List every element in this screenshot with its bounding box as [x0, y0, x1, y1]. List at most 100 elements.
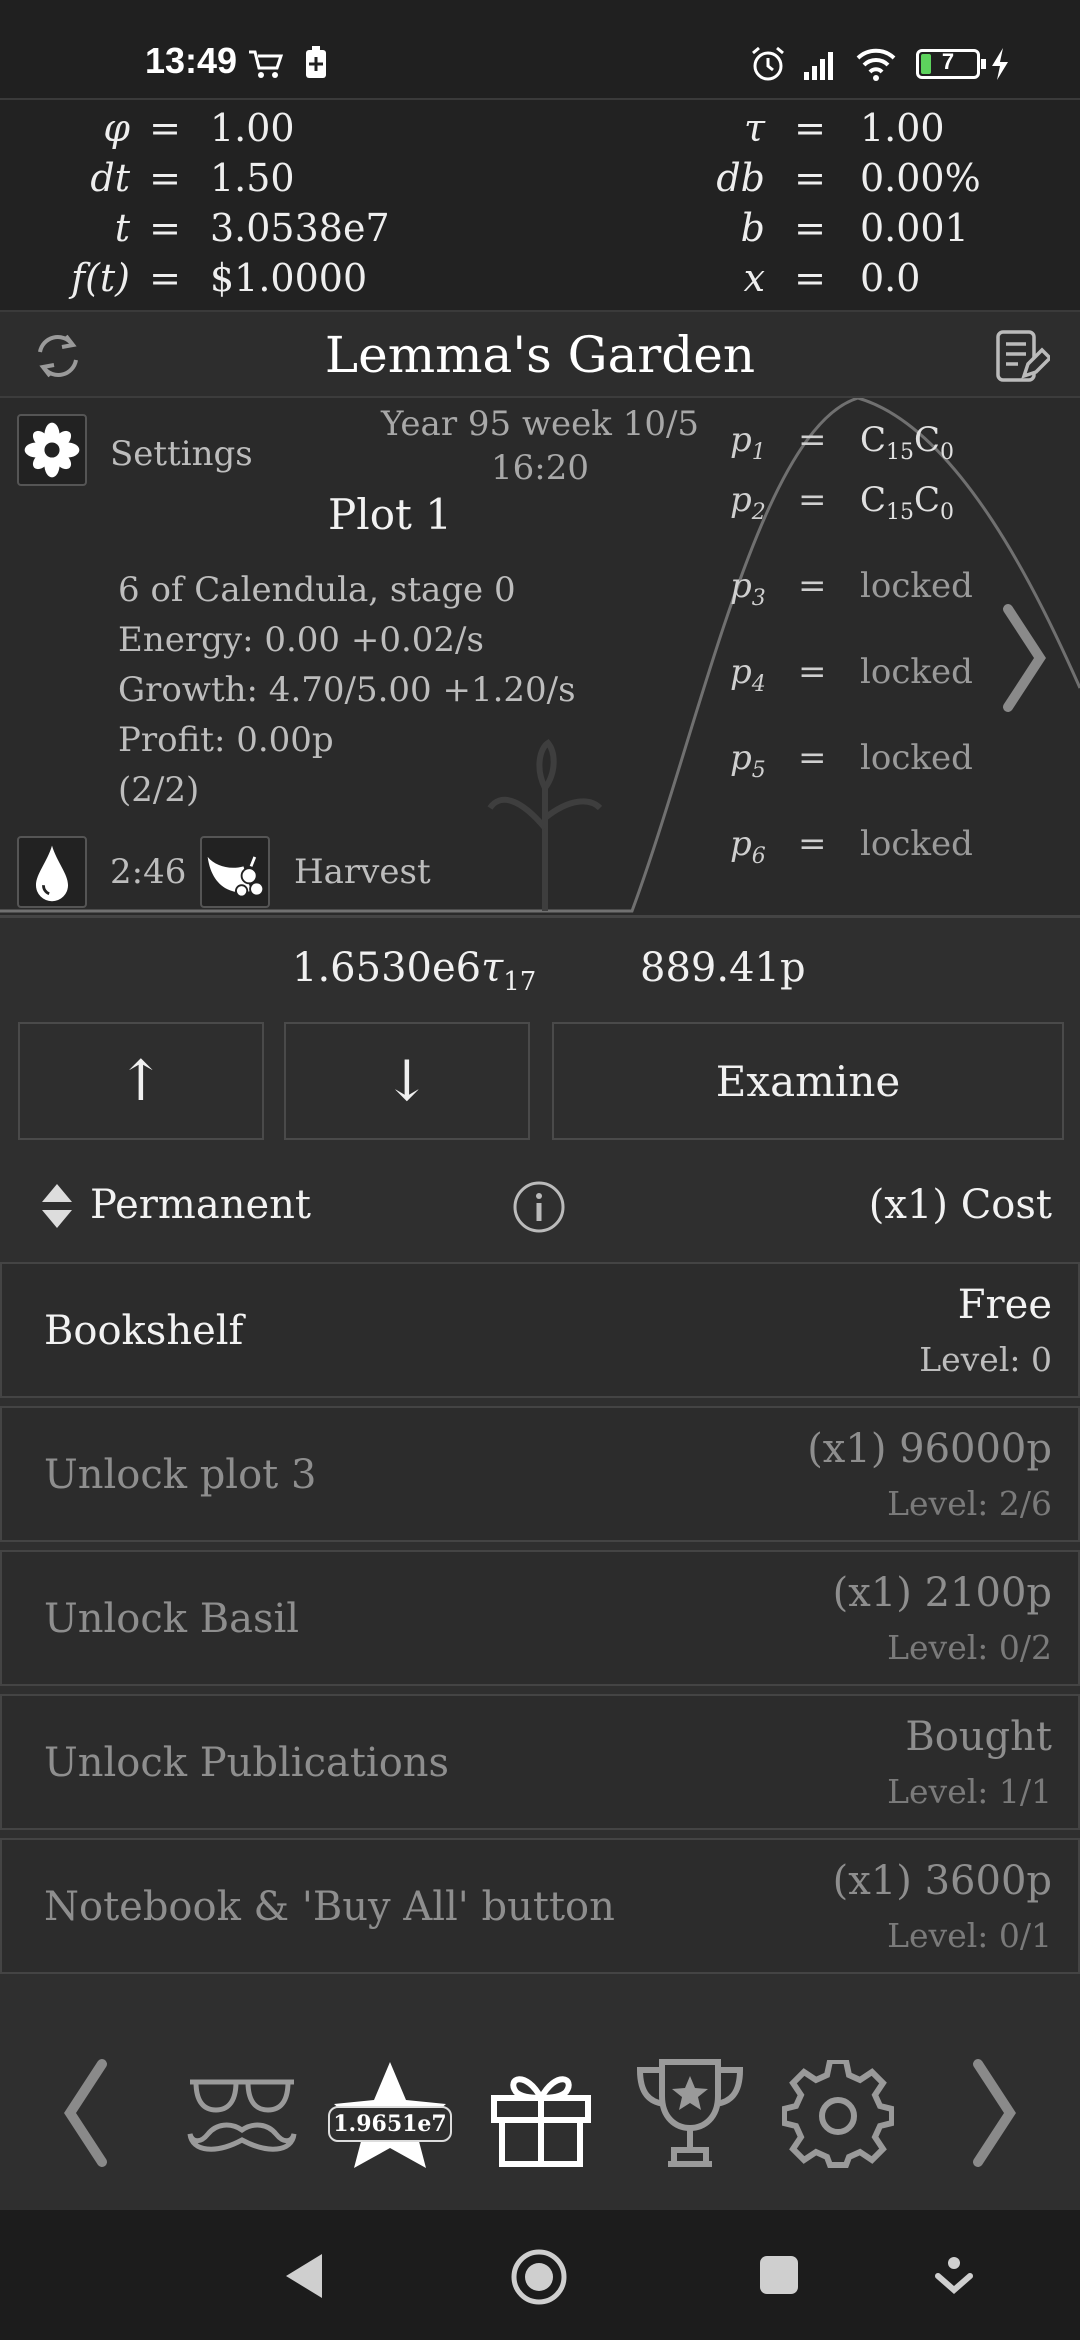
profit-symbol-letter: p: [730, 738, 752, 778]
profit-value: C15C0: [860, 420, 954, 465]
var-value: $1.0000: [210, 256, 368, 300]
tau-subscript: 17: [503, 967, 537, 997]
examine-label: Examine: [715, 1056, 901, 1106]
harvest-button[interactable]: [200, 836, 270, 908]
home-icon[interactable]: [510, 2248, 568, 2306]
plot-detail: 6 of Calendula, stage 0: [118, 570, 516, 610]
notes-icon[interactable]: [990, 326, 1050, 386]
profit-subscript: 1: [751, 439, 766, 465]
profit-value-letter: C: [914, 420, 941, 460]
chevron-left-icon[interactable]: [60, 2058, 110, 2168]
battery-saver-icon: [306, 46, 326, 78]
equals-sign: =: [794, 156, 826, 200]
sort-arrows-icon[interactable]: [40, 1182, 74, 1230]
signal-icon: [804, 52, 833, 80]
upgrade-cost: (x1) 96000p: [807, 1426, 1052, 1472]
upgrade-level: Level: 0: [919, 1340, 1052, 1379]
equals-sign: =: [149, 206, 181, 250]
var-value: 1.00: [210, 106, 295, 150]
status-time: 13:49: [145, 40, 238, 81]
wifi-icon: [856, 48, 896, 81]
settings-label[interactable]: Settings: [110, 434, 253, 474]
upgrade-cost: (x1) 2100p: [832, 1570, 1052, 1616]
gift-icon[interactable]: [486, 2060, 596, 2170]
profit-symbol-letter: p: [730, 824, 752, 864]
profit-value-letter: C: [860, 480, 887, 520]
section-label[interactable]: Permanent: [90, 1182, 311, 1228]
trophy-icon[interactable]: [634, 2056, 746, 2170]
upgrade-cost: Free: [957, 1282, 1052, 1328]
var-row-ft: f(t) = $1.0000: [0, 256, 540, 306]
battery-level: 7: [941, 49, 955, 74]
tau-symbol: τ: [481, 945, 504, 991]
var-value: 3.0538e7: [210, 206, 390, 250]
equals-sign: =: [149, 156, 181, 200]
upgrade-level: Level: 0/2: [887, 1628, 1052, 1667]
page-title: Lemma's Garden: [324, 326, 756, 384]
star-badge-value: 1.9651e7: [333, 2111, 447, 2137]
harvest-label[interactable]: Harvest: [294, 852, 431, 892]
profit-value-letter: C: [914, 480, 941, 520]
profit-symbol: p2: [730, 480, 766, 525]
profit-symbol-letter: p: [730, 566, 752, 606]
game-date: Year 95 week 10/5: [380, 404, 700, 444]
chevron-right-icon[interactable]: [970, 2058, 1020, 2168]
garden-panel: Settings Year 95 week 10/5 16:20 Plot 1 …: [0, 398, 1080, 918]
var-row-tau: τ = 1.00: [540, 106, 1080, 156]
profit-value: locked: [860, 566, 973, 606]
profit-value: C15C0: [860, 480, 954, 525]
cart-icon: [249, 50, 284, 78]
info-icon[interactable]: [512, 1180, 566, 1234]
profit-symbol-letter: p: [730, 480, 752, 520]
upgrade-cost: (x1) 3600p: [832, 1858, 1052, 1904]
equals-sign: =: [798, 480, 827, 520]
var-symbol: b: [740, 206, 765, 250]
move-down-button[interactable]: ↓: [284, 1022, 530, 1140]
star-currency-button[interactable]: 1.9651e7: [328, 2060, 452, 2170]
upgrade-unlock-basil[interactable]: Unlock Basil (x1) 2100p Level: 0/2: [0, 1550, 1080, 1686]
recents-icon[interactable]: [756, 2252, 802, 2298]
upgrade-unlock-plot[interactable]: Unlock plot 3 (x1) 96000p Level: 2/6: [0, 1406, 1080, 1542]
profit-value-sub: 0: [940, 439, 955, 465]
var-symbol: f(t): [71, 256, 130, 300]
upgrade-notebook[interactable]: Notebook & 'Buy All' button (x1) 3600p L…: [0, 1838, 1080, 1974]
system-nav-bar: [0, 2210, 1080, 2340]
upgrade-name: Bookshelf: [44, 1308, 244, 1354]
equals-sign: =: [149, 106, 181, 150]
tau-value: 1.6530e6: [292, 945, 482, 991]
cost-multiplier-label[interactable]: (x1) Cost: [869, 1182, 1052, 1228]
var-value: 1.00: [860, 106, 945, 150]
examine-button[interactable]: Examine: [552, 1022, 1064, 1140]
charging-icon: [992, 48, 1008, 80]
var-symbol: db: [716, 156, 765, 200]
nav-menu-icon[interactable]: [932, 2254, 976, 2298]
upgrade-unlock-publications[interactable]: Unlock Publications Bought Level: 1/1: [0, 1694, 1080, 1830]
back-icon[interactable]: [280, 2250, 328, 2302]
profit-value: locked: [860, 824, 973, 864]
upgrade-bookshelf[interactable]: Bookshelf Free Level: 0: [0, 1262, 1080, 1398]
upgrade-name: Unlock Basil: [44, 1596, 300, 1642]
upgrade-level: Level: 0/1: [887, 1916, 1052, 1955]
profit-value: locked: [860, 652, 973, 692]
gear-icon[interactable]: [782, 2060, 894, 2172]
var-symbol: t: [114, 206, 130, 250]
variables-panel: φ = 1.00 dt = 1.50 t = 3.0538e7 f(t) = $…: [0, 98, 1080, 312]
var-value: 0.00%: [860, 156, 981, 200]
profit-symbol: p4: [730, 652, 766, 697]
profit-symbol: p1: [730, 420, 766, 465]
settings-button[interactable]: [17, 414, 87, 486]
chevron-right-icon[interactable]: [1000, 603, 1050, 713]
var-symbol: x: [743, 256, 765, 300]
tau-display: 1.6530e6τ17: [292, 945, 536, 997]
water-drop-icon: [35, 845, 69, 902]
var-row-t: t = 3.0538e7: [0, 206, 540, 256]
move-up-button[interactable]: ↑: [18, 1022, 264, 1140]
water-button[interactable]: [17, 836, 87, 908]
cornucopia-icon: [207, 856, 265, 898]
equals-sign: =: [794, 106, 826, 150]
sunglasses-mustache-icon[interactable]: [186, 2068, 298, 2158]
equals-sign: =: [149, 256, 181, 300]
star-badge: 1.9651e7: [328, 2106, 452, 2142]
profit-symbol: p6: [730, 824, 766, 869]
var-row-phi: φ = 1.00: [0, 106, 540, 156]
